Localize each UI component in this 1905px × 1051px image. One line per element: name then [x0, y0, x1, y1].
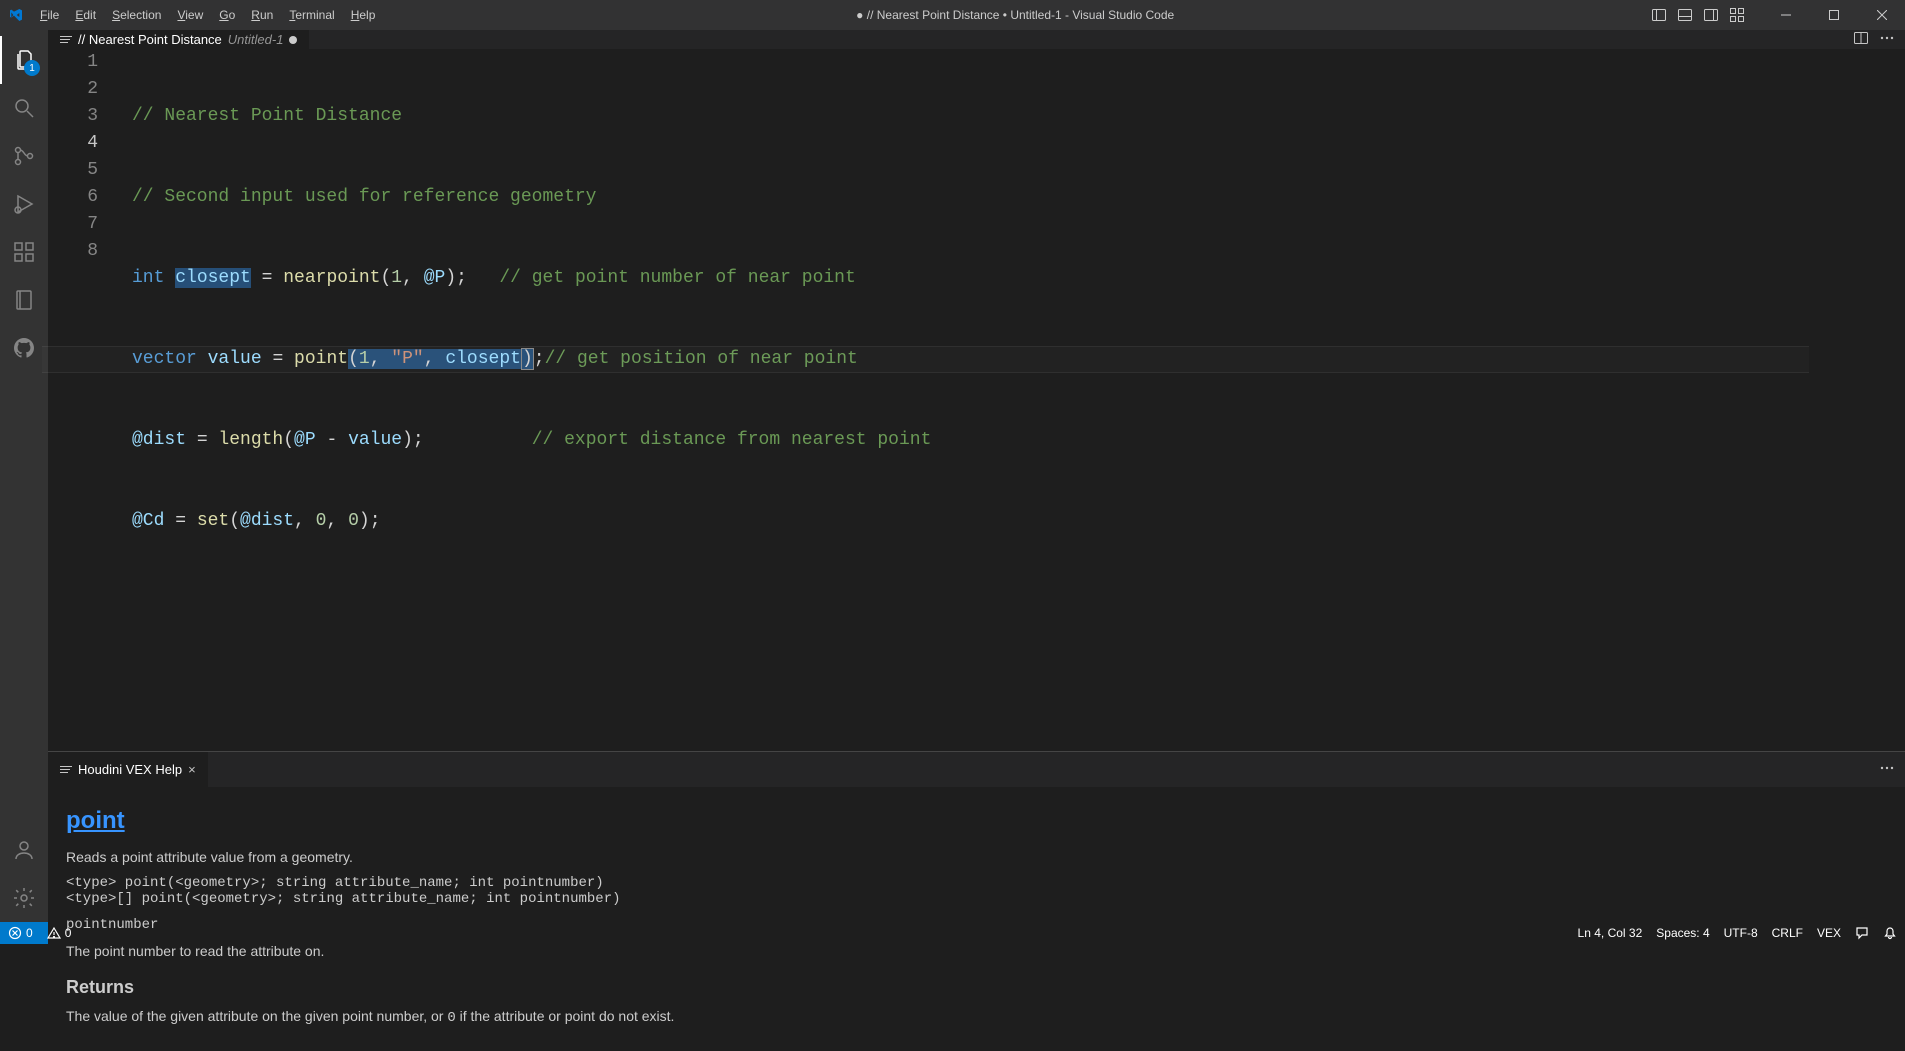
window-title: ● // Nearest Point Distance • Untitled-1…	[383, 8, 1647, 22]
status-language[interactable]: VEX	[1817, 926, 1841, 940]
help-param-desc: The point number to read the attribute o…	[66, 943, 1887, 959]
help-content[interactable]: point Reads a point attribute value from…	[48, 787, 1905, 1051]
status-ln-col[interactable]: Ln 4, Col 32	[1578, 926, 1643, 940]
more-actions-icon[interactable]	[1879, 30, 1895, 49]
activity-github[interactable]	[0, 324, 48, 372]
activity-search[interactable]	[0, 84, 48, 132]
activity-extensions[interactable]	[0, 228, 48, 276]
activity-accounts[interactable]	[0, 826, 48, 874]
status-eol[interactable]: CRLF	[1772, 926, 1803, 940]
status-indent[interactable]: Spaces: 4	[1656, 926, 1709, 940]
layout-sidebar-left-icon[interactable]	[1647, 0, 1671, 30]
split-editor-icon[interactable]	[1853, 30, 1869, 49]
activity-source-control[interactable]	[0, 132, 48, 180]
menu-run[interactable]: Run	[243, 2, 281, 28]
minimap[interactable]	[1809, 49, 1905, 751]
activity-notebook[interactable]	[0, 276, 48, 324]
vscode-logo-icon	[8, 7, 24, 23]
text-file-icon	[60, 36, 72, 43]
help-returns-heading: Returns	[66, 977, 1887, 998]
activitybar: 1	[0, 30, 48, 922]
help-returns-body: The value of the given attribute on the …	[66, 1008, 1887, 1026]
dirty-indicator-icon	[289, 36, 297, 44]
line-gutter: 1 2 3 4 5 6 7 8	[48, 49, 118, 751]
panel-tab-help[interactable]: Houdini VEX Help ×	[48, 752, 208, 787]
status-encoding[interactable]: UTF-8	[1724, 926, 1758, 940]
menu-terminal[interactable]: Terminal	[281, 2, 342, 28]
more-actions-icon[interactable]	[1879, 760, 1895, 779]
help-summary: Reads a point attribute value from a geo…	[66, 849, 1887, 865]
status-bell-icon[interactable]	[1883, 926, 1897, 940]
close-button[interactable]	[1859, 0, 1905, 30]
editor[interactable]: 1 2 3 4 5 6 7 8 // Nearest Point Distanc…	[48, 49, 1905, 751]
minimize-button[interactable]	[1763, 0, 1809, 30]
tab-detail: Untitled-1	[228, 32, 284, 47]
code-content[interactable]: // Nearest Point Distance // Second inpu…	[118, 49, 1809, 751]
layout-panel-icon[interactable]	[1673, 0, 1697, 30]
layout-sidebar-right-icon[interactable]	[1699, 0, 1723, 30]
text-file-icon	[60, 766, 72, 773]
activity-explorer[interactable]: 1	[0, 36, 48, 84]
menu-help[interactable]: Help	[343, 2, 384, 28]
explorer-badge: 1	[24, 60, 40, 76]
editor-tabs: // Nearest Point Distance Untitled-1	[48, 30, 1905, 49]
editor-tab[interactable]: // Nearest Point Distance Untitled-1	[48, 30, 310, 49]
close-icon[interactable]: ×	[188, 762, 196, 777]
menu-file[interactable]: FFileile	[32, 2, 67, 28]
menu-go[interactable]: Go	[211, 2, 243, 28]
panel-tab-label: Houdini VEX Help	[78, 762, 182, 777]
menubar: FFileile Edit Selection View Go Run Term…	[32, 2, 383, 28]
status-feedback-icon[interactable]	[1855, 926, 1869, 940]
status-errors[interactable]: 0	[8, 926, 33, 940]
titlebar: FFileile Edit Selection View Go Run Term…	[0, 0, 1905, 30]
tab-label: // Nearest Point Distance	[78, 32, 222, 47]
menu-edit[interactable]: Edit	[67, 2, 104, 28]
activity-settings[interactable]	[0, 874, 48, 922]
help-signatures: <type> point(<geometry>; string attribut…	[66, 875, 1887, 907]
status-warnings[interactable]: 0	[47, 926, 72, 940]
help-title[interactable]: point	[66, 807, 1887, 835]
menu-selection[interactable]: Selection	[104, 2, 169, 28]
maximize-button[interactable]	[1811, 0, 1857, 30]
activity-run-debug[interactable]	[0, 180, 48, 228]
menu-view[interactable]: View	[169, 2, 211, 28]
help-panel: Houdini VEX Help × point Reads a point a…	[48, 751, 1905, 1051]
customize-layout-icon[interactable]	[1725, 0, 1749, 30]
